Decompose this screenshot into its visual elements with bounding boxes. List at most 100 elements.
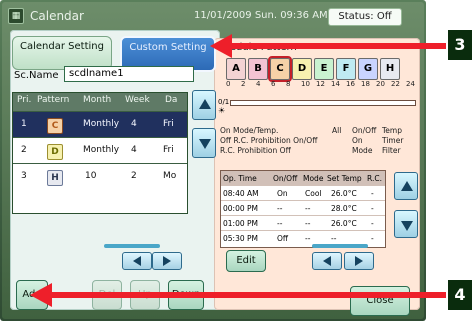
table-row[interactable]: 01:00 PM -- -- 26.0°C - (221, 215, 385, 231)
tab-custom-setting-label: Custom Setting (129, 42, 207, 53)
edit-button[interactable]: Edit (226, 250, 266, 272)
pattern-tab-d[interactable]: D (292, 58, 312, 80)
pattern-tab-a[interactable]: A (226, 58, 246, 80)
tick-label: 18 (361, 80, 370, 88)
mode: -- (305, 219, 311, 228)
on-off: -- (277, 219, 283, 228)
set-temp: 28.0°C (331, 204, 357, 213)
sc-name-input[interactable]: scdlname1 (64, 66, 194, 82)
pattern-tab-h[interactable]: H (380, 58, 400, 80)
arrow-down-icon (401, 221, 413, 231)
schedule-scroll-left-button[interactable] (312, 252, 342, 270)
row-pri: 2 (21, 145, 27, 155)
tick-label: 14 (331, 80, 340, 88)
op-time: 01:00 PM (223, 219, 258, 228)
horizontal-scroll-indicator (104, 244, 160, 248)
close-button[interactable]: Close (350, 286, 410, 316)
rc: - (371, 204, 374, 213)
tick-label: 20 (376, 80, 385, 88)
row-week: 4 (131, 119, 137, 129)
arrow-up-icon (401, 181, 413, 191)
row-week: 2 (131, 171, 137, 181)
tick-label: 22 (391, 80, 400, 88)
row-month: 10 (85, 171, 97, 181)
table-row[interactable]: 00:00 PM -- -- 28.0°C - (221, 200, 385, 216)
scroll-up-button[interactable] (192, 90, 216, 120)
table-header: Pri. Pattern Month Week Da (13, 93, 187, 111)
legend-item: Temp (382, 126, 402, 135)
arrow-right-icon (163, 256, 171, 266)
schedule-table-header: Op. Time On/Off Mode Set Temp R.C. (221, 171, 385, 185)
callout-4-line (48, 292, 446, 298)
arrow-up-icon (199, 99, 211, 109)
row-month: Monthly (83, 145, 120, 155)
table-row[interactable]: 3 H 10 2 Mo (13, 163, 187, 190)
scroll-right-button[interactable] (152, 252, 182, 270)
schedule-scroll-up-button[interactable] (394, 172, 418, 200)
callout-4-arrowhead (30, 283, 52, 307)
mode: -- (305, 234, 311, 243)
titlebar: ▦ Calendar 11/01/2009 Sun. 09:36 AM Stat… (8, 6, 418, 26)
time-scale: 0 2 4 6 8 10 12 14 16 18 20 22 24 0/1 ☀ (218, 80, 416, 115)
pattern-tab-e[interactable]: E (314, 58, 334, 80)
set-temp: 26.0°C (331, 219, 357, 228)
set-temp: 26.0°C (331, 189, 357, 198)
tick-label: 12 (316, 80, 325, 88)
rc: - (371, 234, 374, 243)
legend-item: All (332, 126, 342, 135)
pattern-tab-f[interactable]: F (336, 58, 356, 80)
legend-item: Timer (382, 136, 404, 145)
col-rc: R.C. (367, 174, 382, 183)
col-mode: Mode (303, 174, 324, 183)
tab-calendar-setting[interactable]: Calendar Setting (12, 36, 112, 70)
op-time: 00:00 PM (223, 204, 258, 213)
legend-item: Off R.C. Prohibition On/Off (220, 136, 318, 145)
tick-label: 4 (256, 80, 261, 88)
col-op-time: Op. Time (223, 174, 257, 183)
table-row[interactable]: 1 C Monthly 4 Fri (13, 111, 187, 138)
schedule-scroll-down-button[interactable] (394, 210, 418, 238)
on-off: -- (277, 204, 283, 213)
sc-name-label: Sc.Name (14, 70, 59, 81)
op-time: 08:40 AM (223, 189, 259, 198)
row-week: 4 (131, 145, 137, 155)
row-da: Mo (163, 171, 177, 181)
callout-3-arrowhead (210, 34, 232, 58)
tick-label: 6 (271, 80, 276, 88)
legend-item: Filter (382, 146, 401, 155)
schedule-scroll-right-button[interactable] (344, 252, 374, 270)
callout-4-box: 4 (448, 280, 472, 310)
tick-label: 10 (301, 80, 310, 88)
pattern-tab-c[interactable]: C (268, 56, 292, 82)
tick-label: 8 (286, 80, 291, 88)
mode: Cool (305, 189, 322, 198)
pattern-tab-g[interactable]: G (358, 58, 378, 80)
pattern-chip: H (47, 170, 63, 186)
callout-3-line (224, 43, 446, 49)
legend-item: On Mode/Temp. (220, 126, 279, 135)
table-row[interactable]: 2 D Monthly 4 Fri (13, 137, 187, 164)
tick-label: 0 (226, 80, 231, 88)
schedule-horizontal-scroll-indicator (312, 244, 368, 248)
calendar-icon: ▦ (8, 8, 24, 24)
scroll-down-button[interactable] (192, 128, 216, 158)
rc: - (371, 219, 374, 228)
row-month: Monthly (83, 119, 120, 129)
col-month: Month (83, 95, 112, 105)
pattern-chip: D (47, 144, 63, 160)
pattern-chip: C (47, 118, 63, 134)
col-pattern: Pattern (37, 95, 70, 105)
pattern-tab-b[interactable]: B (248, 58, 268, 80)
window-title: Calendar (30, 9, 84, 23)
table-row[interactable]: 08:40 AM On Cool 26.0°C - (221, 185, 385, 201)
schedule-table: Op. Time On/Off Mode Set Temp R.C. 08:40… (220, 170, 386, 248)
col-week: Week (125, 95, 150, 105)
tab-calendar-setting-label: Calendar Setting (20, 41, 104, 52)
tick-label: 16 (346, 80, 355, 88)
tick-label: 24 (406, 80, 415, 88)
scroll-left-button[interactable] (122, 252, 152, 270)
arrow-right-icon (355, 256, 363, 266)
tick-label: 2 (241, 80, 246, 88)
row-pri: 3 (21, 171, 27, 181)
legend-item: On (352, 136, 363, 145)
